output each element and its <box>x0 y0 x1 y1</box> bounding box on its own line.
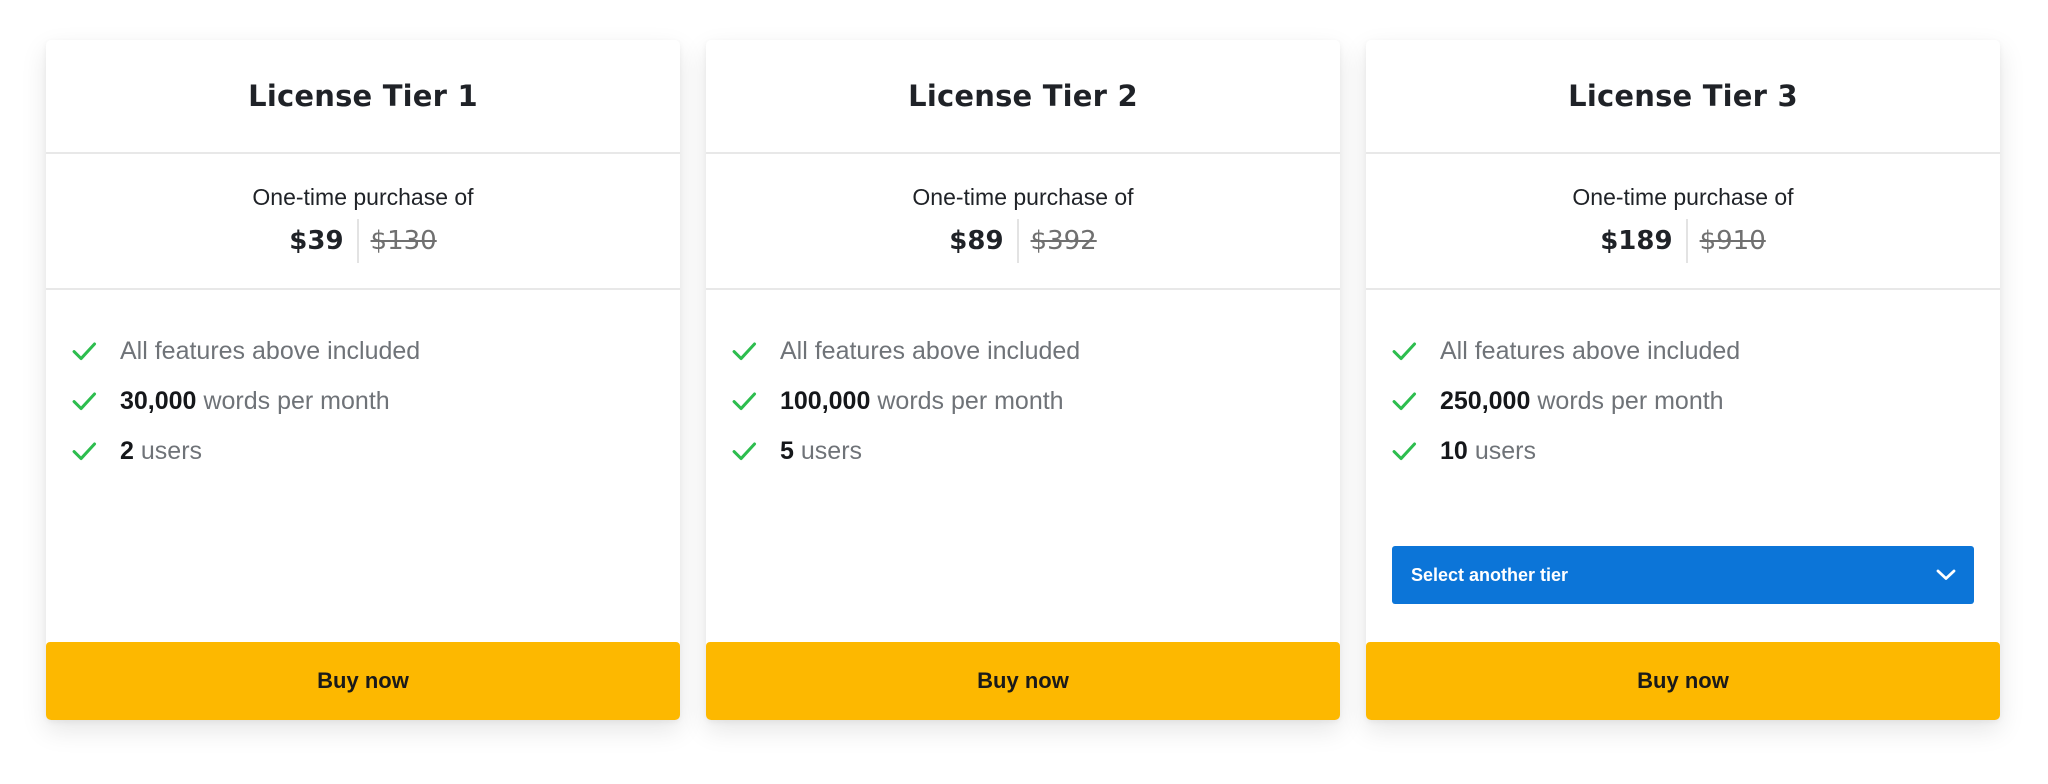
feature-item: 30,000 words per month <box>70 376 680 426</box>
price-caption: One-time purchase of <box>252 184 474 210</box>
card-title: License Tier 2 <box>908 79 1138 113</box>
feature-text: words per month <box>1537 386 1724 415</box>
check-icon <box>1392 392 1417 411</box>
feature-text: All features above included <box>120 336 421 365</box>
feature-item: All features above included <box>730 326 1340 376</box>
price-block: One-time purchase of $89 $392 <box>706 154 1340 290</box>
buy-now-button[interactable]: Buy now <box>1366 642 2000 720</box>
price-caption: One-time purchase of <box>1572 184 1794 210</box>
card-title: License Tier 1 <box>248 79 478 113</box>
check-icon <box>72 392 97 411</box>
pricing-cards: License Tier 1 One-time purchase of $39 … <box>46 40 2000 720</box>
feature-text: users <box>1474 436 1536 465</box>
feature-value: 250,000 <box>1440 386 1531 415</box>
price-caption: One-time purchase of <box>912 184 1134 210</box>
pricing-card-tier-1: License Tier 1 One-time purchase of $39 … <box>46 40 680 720</box>
feature-text: words per month <box>877 386 1064 415</box>
price-row: $89 $392 <box>949 219 1097 263</box>
pricing-card-tier-3: License Tier 3 One-time purchase of $189… <box>1366 40 2000 720</box>
card-header: License Tier 1 <box>46 40 680 154</box>
check-icon <box>1392 442 1417 461</box>
buy-now-button[interactable]: Buy now <box>706 642 1340 720</box>
original-price: $130 <box>370 226 437 256</box>
check-icon <box>732 442 757 461</box>
check-icon <box>732 342 757 361</box>
card-header: License Tier 3 <box>1366 40 2000 154</box>
feature-item: All features above included <box>70 326 680 376</box>
card-title: License Tier 3 <box>1568 79 1798 113</box>
feature-item: All features above included <box>1390 326 2000 376</box>
feature-item: 2 users <box>70 426 680 476</box>
feature-text: words per month <box>203 386 390 415</box>
feature-item: 10 users <box>1390 426 2000 476</box>
card-header: License Tier 2 <box>706 40 1340 154</box>
buy-now-button[interactable]: Buy now <box>46 642 680 720</box>
feature-value: 5 <box>780 436 794 465</box>
feature-item: 100,000 words per month <box>730 376 1340 426</box>
feature-item: 5 users <box>730 426 1340 476</box>
feature-list: All features above included 30,000 words… <box>46 290 680 476</box>
original-price: $910 <box>1699 226 1766 256</box>
feature-text: All features above included <box>780 336 1081 365</box>
feature-value: 30,000 <box>120 386 197 415</box>
check-icon <box>72 442 97 461</box>
price-row: $39 $130 <box>289 219 437 263</box>
feature-text: users <box>140 436 203 465</box>
tier-select-dropdown[interactable]: Select another tier <box>1392 546 1974 604</box>
original-price: $392 <box>1030 226 1097 256</box>
feature-value: 10 <box>1440 436 1468 465</box>
feature-value: 2 <box>120 436 134 465</box>
price-row: $189 $910 <box>1600 219 1766 263</box>
price-block: One-time purchase of $39 $130 <box>46 154 680 290</box>
pricing-card-tier-2: License Tier 2 One-time purchase of $89 … <box>706 40 1340 720</box>
current-price: $39 <box>289 226 344 256</box>
check-icon <box>72 342 97 361</box>
feature-text: users <box>800 436 863 465</box>
feature-value: 100,000 <box>780 386 871 415</box>
feature-item: 250,000 words per month <box>1390 376 2000 426</box>
pricing-page: License Tier 1 One-time purchase of $39 … <box>0 0 2048 784</box>
check-icon <box>732 392 757 411</box>
feature-text: All features above included <box>1440 336 1741 365</box>
chevron-down-icon <box>1936 569 1956 580</box>
check-icon <box>1392 342 1417 361</box>
tier-select-label: Select another tier <box>1411 564 1569 585</box>
feature-list: All features above included 250,000 word… <box>1366 290 2000 476</box>
price-block: One-time purchase of $189 $910 <box>1366 154 2000 290</box>
current-price: $89 <box>949 226 1004 256</box>
feature-list: All features above included 100,000 word… <box>706 290 1340 476</box>
current-price: $189 <box>1600 226 1673 256</box>
